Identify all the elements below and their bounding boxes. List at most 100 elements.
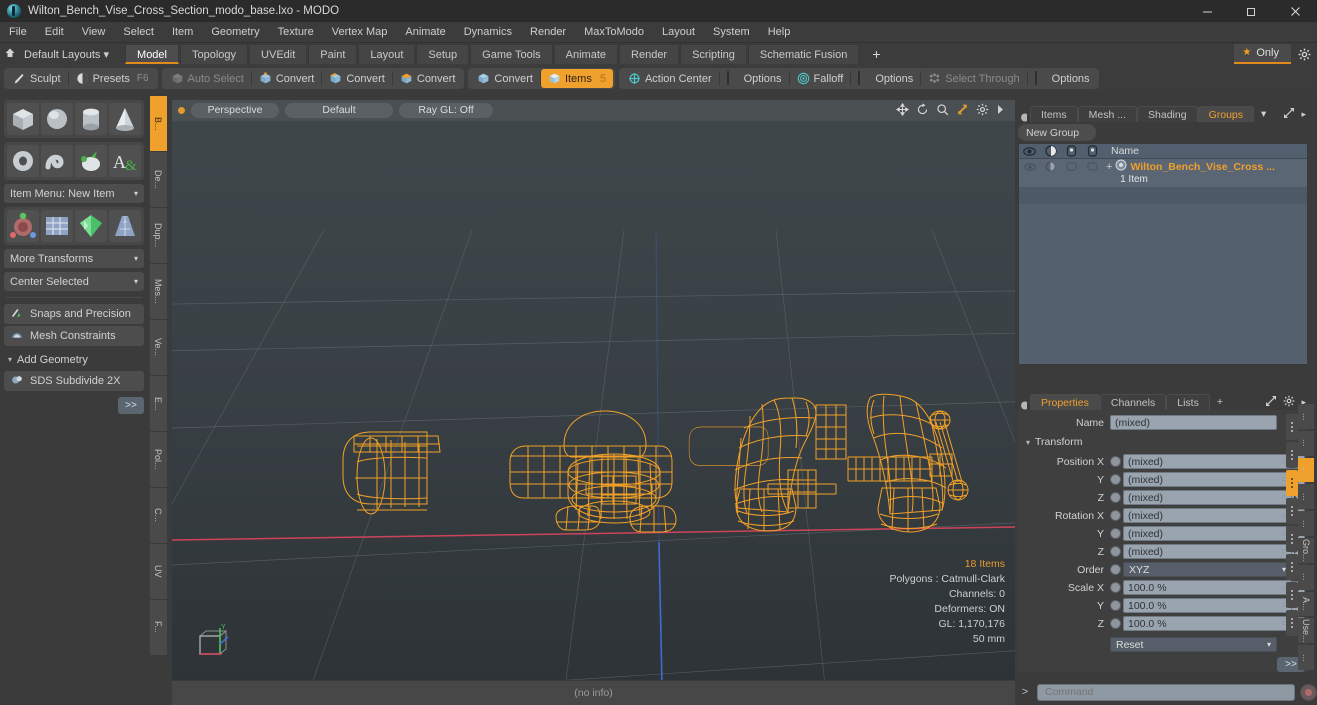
right-vtab-5[interactable]: Gro...: [1298, 537, 1314, 563]
add-layout-tab-button[interactable]: +: [860, 44, 892, 64]
property-channel-toggle[interactable]: [1110, 600, 1121, 611]
toolbar-button-convert[interactable]: Convert: [322, 69, 392, 88]
sds-subdivide-button[interactable]: SDS Subdivide 2X: [4, 371, 144, 391]
mesh-constraints-button[interactable]: Mesh Constraints: [4, 326, 144, 346]
toolbar-button-select-through[interactable]: Select Through: [921, 69, 1026, 88]
property-channel-toggle[interactable]: [1110, 492, 1121, 503]
group-item-name[interactable]: Wilton_Bench_Vise_Cross ...: [1130, 161, 1274, 173]
expand-icon[interactable]: [1283, 107, 1295, 122]
row-lock-toggle[interactable]: [1061, 162, 1082, 171]
left-vtab-3[interactable]: Mes...: [149, 264, 167, 319]
layout-tab-paint[interactable]: Paint: [308, 44, 358, 64]
name-field[interactable]: (mixed): [1110, 415, 1277, 430]
menu-item-help[interactable]: Help: [759, 22, 800, 43]
property-value-field[interactable]: 100.0 % ○: [1123, 598, 1292, 613]
layout-tab-game-tools[interactable]: Game Tools: [470, 44, 553, 64]
menu-item-texture[interactable]: Texture: [269, 22, 323, 43]
toolbar-button-options[interactable]: Options: [1028, 69, 1097, 88]
properties-tab-lists[interactable]: Lists: [1166, 394, 1210, 410]
menu-item-item[interactable]: Item: [163, 22, 202, 43]
property-channel-toggle[interactable]: [1110, 618, 1121, 629]
right-vtab-7[interactable]: A...: [1298, 591, 1314, 617]
viewport-state-dot[interactable]: [178, 107, 185, 114]
home-icon[interactable]: [0, 47, 20, 62]
menu-item-animate[interactable]: Animate: [396, 22, 454, 43]
menu-item-render[interactable]: Render: [521, 22, 575, 43]
expand-icon[interactable]: [1265, 395, 1277, 410]
row-expander[interactable]: +: [1106, 161, 1112, 173]
left-vtab-5[interactable]: E...: [149, 376, 167, 431]
shading-mode-dropdown[interactable]: Default: [285, 103, 393, 118]
left-vtab-1[interactable]: De...: [149, 152, 167, 207]
layout-tab-model[interactable]: Model: [125, 44, 179, 64]
cone-icon[interactable]: [109, 103, 141, 135]
menu-item-dynamics[interactable]: Dynamics: [455, 22, 521, 43]
left-vtab-0[interactable]: B...: [149, 96, 167, 151]
menu-item-vertex-map[interactable]: Vertex Map: [323, 22, 397, 43]
pan-icon[interactable]: [895, 102, 910, 119]
properties-tab-add[interactable]: +: [1210, 394, 1230, 410]
left-vtab-6[interactable]: Pol...: [149, 432, 167, 487]
more-arrow-icon[interactable]: ▸: [1301, 109, 1306, 120]
layout-tab-uvedit[interactable]: UVEdit: [249, 44, 308, 64]
gear-icon[interactable]: [976, 103, 989, 119]
property-value-field[interactable]: (mixed) ○: [1123, 472, 1292, 487]
command-input[interactable]: [1037, 683, 1295, 701]
property-value-field[interactable]: (mixed) ○: [1123, 490, 1292, 505]
right-vtab-9[interactable]: ...: [1298, 645, 1314, 670]
layout-tab-layout[interactable]: Layout: [358, 44, 416, 64]
toolbar-button-options[interactable]: Options: [851, 69, 920, 88]
row-render-toggle[interactable]: [1040, 161, 1061, 172]
cylinder-icon[interactable]: [75, 103, 107, 135]
toolbar-button-convert[interactable]: Convert: [252, 69, 322, 88]
default-layouts-dropdown[interactable]: Default Layouts ▾: [20, 48, 119, 61]
menu-item-system[interactable]: System: [704, 22, 759, 43]
raygl-dropdown[interactable]: Ray GL: Off: [399, 103, 493, 118]
pivot-icon[interactable]: [7, 210, 39, 242]
snaps-and-precision-button[interactable]: Snaps and Precision: [4, 304, 144, 324]
layout-tab-setup[interactable]: Setup: [416, 44, 470, 64]
shadow-icon[interactable]: [1082, 145, 1103, 157]
record-icon[interactable]: [1300, 683, 1317, 701]
items-tab-mesh[interactable]: Mesh ...: [1077, 106, 1138, 122]
property-channel-toggle[interactable]: [1110, 456, 1121, 467]
add-geometry-header[interactable]: ▾ Add Geometry: [4, 351, 144, 368]
torus-icon[interactable]: [7, 145, 39, 177]
toolbar-button-auto-select[interactable]: Auto Select: [164, 69, 251, 88]
right-vtab-3[interactable]: ...: [1298, 484, 1314, 510]
toolbar-button-presets[interactable]: Presets F6: [69, 69, 156, 88]
property-channel-toggle[interactable]: [1110, 474, 1121, 485]
property-channel-toggle[interactable]: [1110, 564, 1121, 575]
fit-icon[interactable]: [956, 103, 969, 119]
menu-item-geometry[interactable]: Geometry: [202, 22, 268, 43]
layout-tab-schematic-fusion[interactable]: Schematic Fusion: [747, 44, 860, 64]
lock-icon[interactable]: [1061, 145, 1082, 157]
properties-tab-properties[interactable]: Properties: [1030, 394, 1100, 410]
property-value-field[interactable]: (mixed) ○: [1123, 544, 1292, 559]
more-arrow-icon[interactable]: [996, 104, 1005, 118]
layout-tab-render[interactable]: Render: [619, 44, 680, 64]
toolbar-button-convert[interactable]: Convert: [470, 69, 540, 88]
gear-icon[interactable]: [1291, 43, 1317, 65]
property-value-field[interactable]: 100.0 % ○: [1123, 616, 1292, 631]
new-group-button[interactable]: New Group: [1018, 124, 1096, 141]
property-value-field[interactable]: (mixed) ○: [1123, 508, 1292, 523]
left-panel-more-button[interactable]: >>: [118, 397, 144, 414]
tube-icon[interactable]: [41, 145, 73, 177]
axis-gizmo[interactable]: Y: [194, 622, 240, 662]
property-channel-toggle[interactable]: [1110, 546, 1121, 557]
menu-item-file[interactable]: File: [0, 22, 36, 43]
more-transforms-dropdown[interactable]: More Transforms ▾: [4, 249, 144, 268]
property-channel-toggle[interactable]: [1110, 528, 1121, 539]
toolbar-button-items[interactable]: Items 5: [540, 69, 613, 88]
right-vtab-8[interactable]: Use...: [1298, 618, 1314, 644]
render-icon[interactable]: [1040, 145, 1061, 157]
right-vtab-1[interactable]: ...: [1298, 430, 1314, 456]
right-vtab-6[interactable]: ...: [1298, 564, 1314, 590]
right-vtab-2[interactable]: ...: [1298, 457, 1314, 483]
cube-icon[interactable]: [7, 103, 39, 135]
grid-icon[interactable]: [41, 210, 73, 242]
layout-tab-scripting[interactable]: Scripting: [680, 44, 747, 64]
groups-item-list[interactable]: Name + Wilton_Bench_Vise_Cross ... 1 Ite…: [1018, 143, 1308, 365]
property-channel-toggle[interactable]: [1110, 510, 1121, 521]
